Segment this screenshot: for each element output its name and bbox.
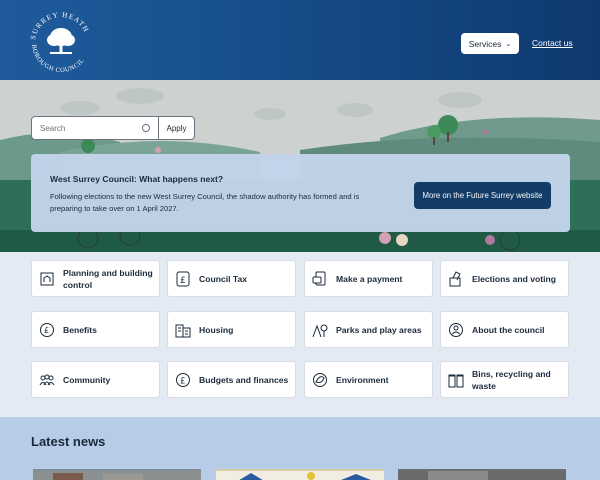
service-tile-about[interactable]: About the council [440, 311, 569, 348]
service-tile-environment[interactable]: Environment [304, 361, 433, 398]
search-icon [142, 124, 150, 132]
apply-button[interactable]: Apply [158, 116, 195, 140]
future-surrey-button[interactable]: More on the Future Surrey website [414, 182, 551, 209]
service-label: Community [63, 374, 111, 385]
svg-text:£: £ [180, 376, 185, 386]
pound-coin-icon: £ [176, 372, 190, 387]
svg-text:£: £ [44, 326, 49, 335]
news-card-image[interactable] [398, 469, 566, 480]
bin-icon [448, 374, 464, 387]
service-label: Housing [199, 324, 234, 335]
service-tile-planning[interactable]: Planning and building control [31, 260, 160, 297]
service-tile-parks[interactable]: Parks and play areas [304, 311, 433, 348]
council-icon [449, 322, 463, 337]
search-input[interactable] [40, 123, 140, 133]
service-label: Benefits [63, 324, 97, 335]
service-tile-community[interactable]: Community [31, 361, 160, 398]
announcement-title: West Surrey Council: What happens next? [50, 174, 224, 184]
playground-icon [312, 324, 328, 337]
contact-us-link[interactable]: Contact us [532, 38, 573, 48]
svg-text:£: £ [180, 276, 186, 286]
service-label: Council Tax [199, 273, 248, 284]
service-label: Budgets and finances [199, 374, 289, 385]
service-tile-elections[interactable]: Elections and voting [440, 260, 569, 297]
ballot-icon [449, 270, 461, 286]
council-logo[interactable]: SURREY HEATH BOROUGH COUNCIL [26, 7, 96, 75]
pound-icon: £ [176, 271, 190, 286]
services-label: Services [468, 38, 502, 49]
service-label: About the council [472, 324, 545, 335]
service-label: Elections and voting [472, 273, 557, 284]
search-box [31, 116, 159, 140]
announcement-panel: West Surrey Council: What happens next? … [31, 154, 570, 232]
people-icon [39, 374, 55, 385]
news-photo [33, 471, 201, 480]
news-card-image[interactable] [33, 469, 201, 480]
service-tile-housing[interactable]: Housing [167, 311, 296, 348]
service-label: Planning and building control [63, 267, 153, 290]
news-photo [398, 471, 566, 480]
house-icon [40, 272, 54, 285]
latest-news-section: Latest news [0, 417, 600, 480]
announcement-body: Following elections to the new West Surr… [50, 192, 360, 213]
news-photo [216, 471, 384, 480]
service-label: Environment [336, 374, 389, 385]
svg-text:BOROUGH COUNCIL: BOROUGH COUNCIL [30, 44, 86, 74]
service-tile-council-tax[interactable]: £ Council Tax [167, 260, 296, 297]
service-tile-benefits[interactable]: £ Benefits [31, 311, 160, 348]
chevron-down-icon: ⌄ [505, 40, 512, 48]
services-menu-button[interactable]: Services ⌄ [461, 33, 519, 54]
service-label: Bins, recycling and waste [472, 368, 551, 391]
leaf-icon [313, 372, 327, 387]
service-label: Make a payment [336, 273, 403, 284]
service-label: Parks and play areas [336, 324, 422, 335]
buildings-icon [175, 324, 191, 337]
benefits-icon: £ [40, 322, 54, 337]
service-tile-payment[interactable]: Make a payment [304, 260, 433, 297]
news-card-image[interactable] [216, 469, 384, 480]
latest-news-heading: Latest news [31, 434, 106, 449]
service-tile-bins[interactable]: Bins, recycling and waste [440, 361, 569, 398]
payment-icon [312, 271, 326, 285]
service-tile-budgets[interactable]: £ Budgets and finances [167, 361, 296, 398]
site-header: SURREY HEATH BOROUGH COUNCIL Services ⌄ … [0, 0, 600, 80]
